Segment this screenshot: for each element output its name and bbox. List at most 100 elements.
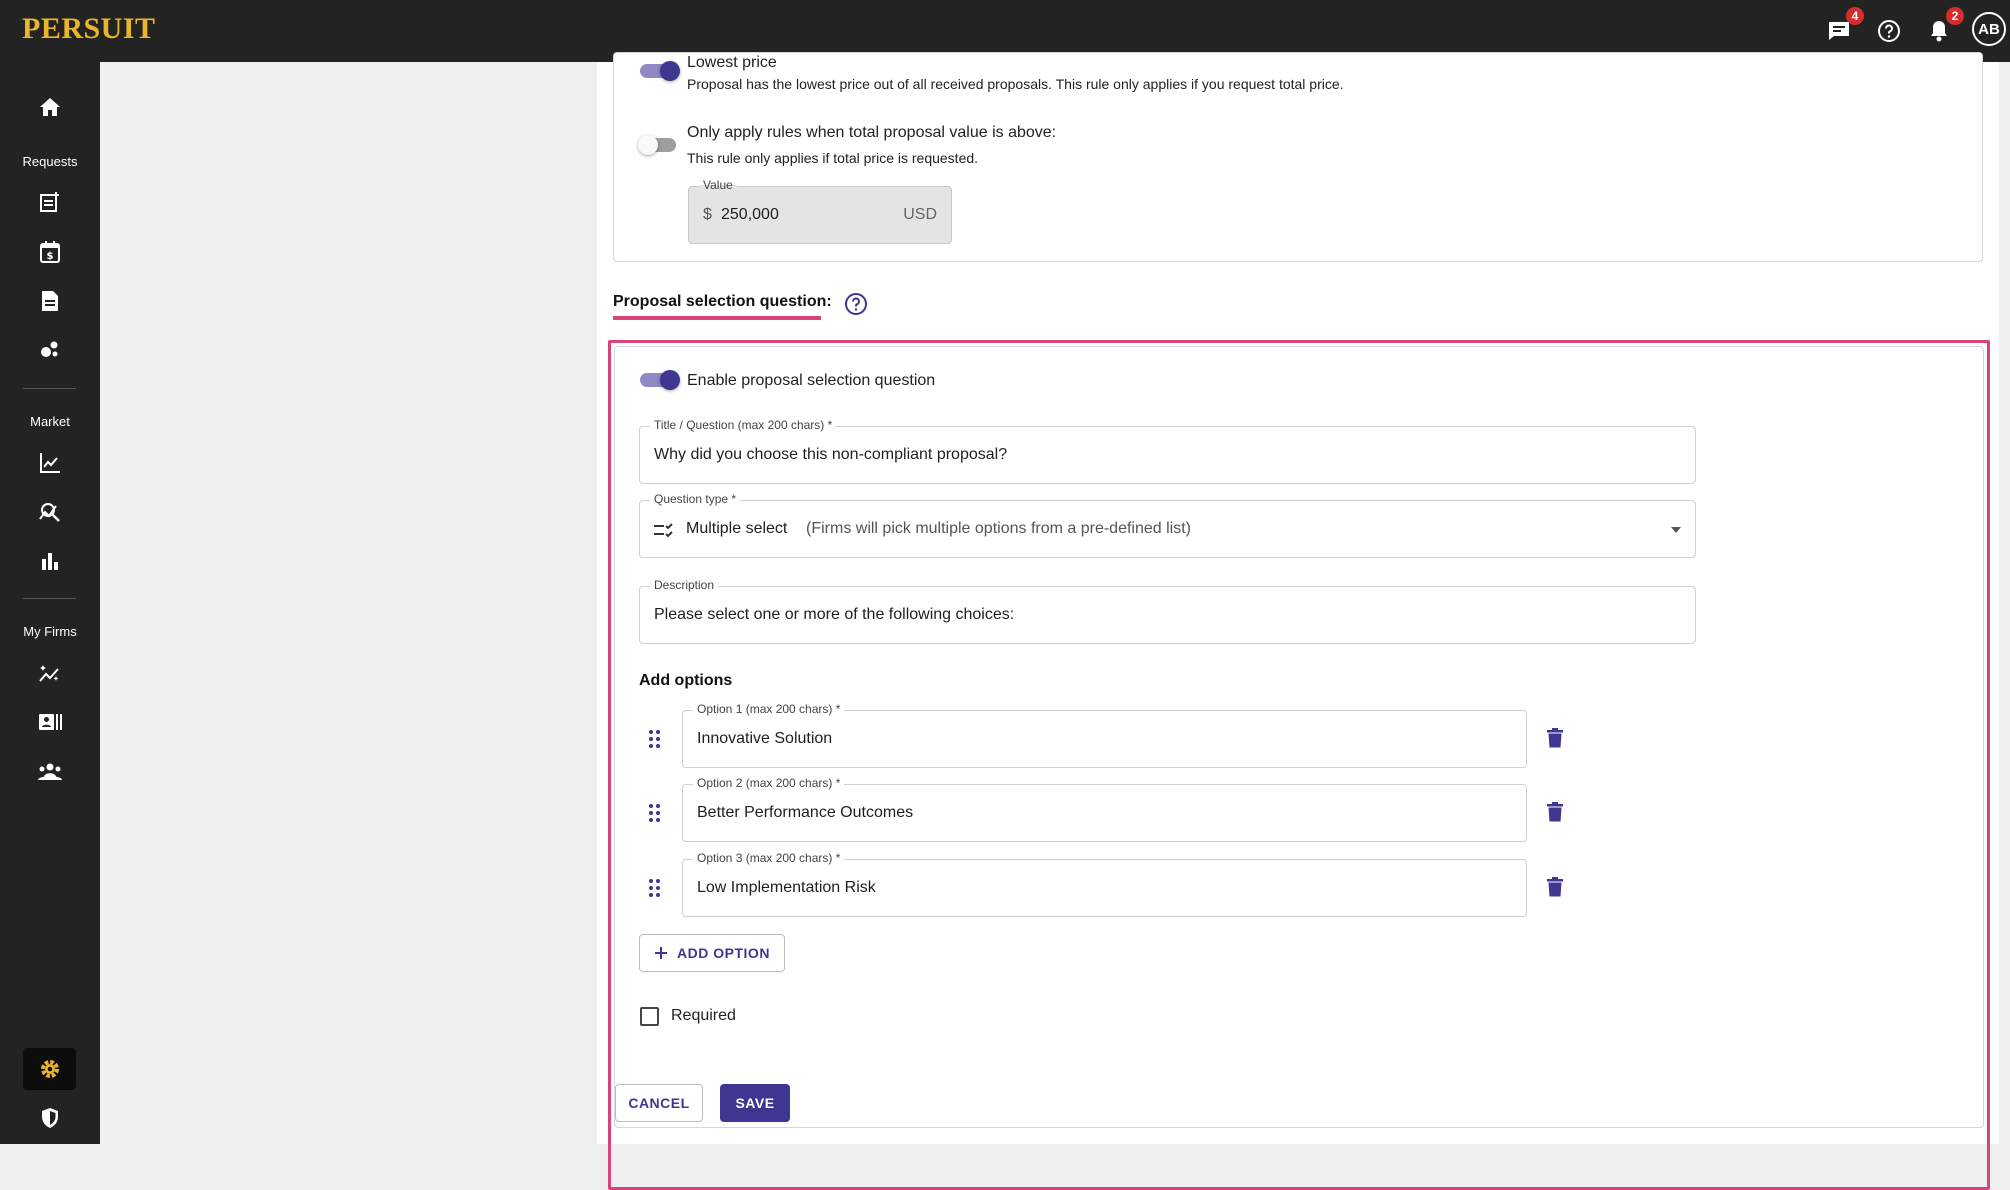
- threshold-toggle[interactable]: [638, 135, 680, 155]
- drag-handle[interactable]: [648, 728, 662, 750]
- option-value: Innovative Solution: [697, 730, 833, 747]
- calendar-dollar-icon: $: [40, 241, 60, 263]
- query-stats-icon: [39, 503, 60, 522]
- line-chart-icon: [40, 453, 60, 473]
- bar-chart-icon: [42, 553, 58, 570]
- option-input[interactable]: Option 2 (max 200 chars) * Better Perfor…: [682, 776, 1527, 842]
- contact-card-icon: [39, 714, 62, 730]
- enable-selection-label: Enable proposal selection question: [687, 372, 936, 389]
- heading-underline: [613, 316, 821, 320]
- post-add-icon: [40, 192, 59, 212]
- messages-badge: 4: [1846, 7, 1864, 25]
- sidebar-market-analytics[interactable]: [30, 446, 70, 480]
- add-option-button[interactable]: ADD OPTION: [639, 934, 785, 972]
- trash-icon: [1547, 877, 1563, 897]
- add-options-heading: Add options: [639, 672, 733, 689]
- sidebar-section-requests: Requests: [22, 154, 78, 169]
- help-icon: [845, 293, 867, 315]
- question-type-value: Multiple select: [686, 520, 788, 537]
- selection-heading: Proposal selection question:: [613, 293, 832, 310]
- threshold-value-input[interactable]: Value $ 250,000 USD: [688, 178, 952, 244]
- drag-indicator-icon: [649, 804, 660, 822]
- notifications-button[interactable]: 2: [1922, 7, 1964, 48]
- chat-icon: [1829, 22, 1849, 40]
- option-label: Option 3 (max 200 chars) *: [693, 851, 845, 865]
- threshold-title: Only apply rules when total proposal val…: [687, 124, 1057, 141]
- plus-icon: [655, 947, 668, 959]
- user-avatar[interactable]: AB: [1972, 12, 2006, 46]
- question-type-hint: (Firms will pick multiple options from a…: [806, 520, 1191, 537]
- lowest-price-description: Proposal has the lowest price out of all…: [687, 76, 1344, 92]
- add-option-label: ADD OPTION: [677, 945, 770, 961]
- delete-option-button[interactable]: [1547, 728, 1563, 748]
- help-icon: [1878, 20, 1900, 42]
- sidebar-new-request[interactable]: [30, 185, 70, 219]
- enable-selection-toggle[interactable]: [640, 370, 680, 390]
- option-input[interactable]: Option 1 (max 200 chars) * Innovative So…: [682, 702, 1527, 768]
- sidebar-divider: [23, 388, 76, 389]
- required-label: Required: [671, 1007, 736, 1024]
- threshold-description: This rule only applies if total price is…: [687, 150, 979, 166]
- sidebar-divider: [23, 598, 76, 599]
- option-label: Option 2 (max 200 chars) *: [693, 776, 845, 790]
- sidebar: Requests $ Market My Firms: [0, 62, 100, 1144]
- brand-logo[interactable]: PERSUIT: [22, 12, 156, 46]
- currency-prefix: $: [703, 206, 712, 223]
- sidebar-section-my-firms: My Firms: [23, 624, 77, 639]
- shield-icon: [42, 1108, 58, 1128]
- save-button[interactable]: SAVE: [720, 1084, 790, 1122]
- home-icon: [40, 98, 60, 116]
- question-title-input[interactable]: Title / Question (max 200 chars) * Why d…: [639, 418, 1696, 484]
- description-label: Description: [650, 578, 719, 592]
- sidebar-home[interactable]: [30, 90, 70, 124]
- drag-handle[interactable]: [648, 877, 662, 899]
- description-value: Please select one or more of the followi…: [654, 606, 1015, 623]
- main-content: Lowest price Proposal has the lowest pri…: [100, 52, 2010, 1190]
- threshold-value-label: Value: [699, 178, 737, 192]
- selection-help-button[interactable]: [844, 292, 868, 316]
- drag-indicator-icon: [649, 879, 660, 897]
- sidebar-settings[interactable]: [30, 1052, 70, 1086]
- sidebar-market-reports[interactable]: [30, 544, 70, 578]
- trash-icon: [1547, 728, 1563, 748]
- drag-handle[interactable]: [648, 802, 662, 824]
- option-input[interactable]: Option 3 (max 200 chars) * Low Implement…: [682, 851, 1527, 917]
- gear-icon: [41, 1060, 59, 1078]
- option-value: Low Implementation Risk: [697, 879, 876, 896]
- sidebar-firm-groups[interactable]: [30, 755, 70, 789]
- lowest-price-toggle[interactable]: [640, 61, 680, 81]
- sidebar-bubbles[interactable]: [30, 332, 70, 366]
- description-input[interactable]: Description Please select one or more of…: [639, 578, 1696, 644]
- document-icon: [42, 291, 58, 311]
- groups-icon: [38, 763, 62, 780]
- question-type-select[interactable]: Question type * Multiple select (Firms w…: [639, 492, 1696, 558]
- trash-icon: [1547, 802, 1563, 822]
- help-button[interactable]: [1872, 14, 1906, 48]
- sidebar-security[interactable]: [30, 1101, 70, 1135]
- messages-button[interactable]: 4: [1822, 7, 1864, 48]
- notifications-badge: 2: [1946, 7, 1964, 25]
- sidebar-firm-directory[interactable]: [30, 705, 70, 739]
- question-title-value: Why did you choose this non-compliant pr…: [654, 446, 1008, 463]
- sidebar-firm-performance[interactable]: [30, 656, 70, 690]
- cancel-button[interactable]: CANCEL: [615, 1084, 703, 1122]
- sidebar-documents[interactable]: [30, 284, 70, 318]
- sidebar-section-market: Market: [30, 414, 70, 429]
- option-label: Option 1 (max 200 chars) *: [693, 702, 845, 716]
- threshold-value: 250,000: [721, 206, 779, 223]
- svg-text:$: $: [47, 251, 54, 262]
- sparkle-chart-icon: [39, 665, 59, 682]
- checklist-icon: [654, 523, 673, 538]
- delete-option-button[interactable]: [1547, 877, 1563, 897]
- drag-indicator-icon: [649, 730, 660, 748]
- question-title-label: Title / Question (max 200 chars) *: [650, 418, 837, 432]
- currency-suffix: USD: [903, 206, 937, 223]
- question-type-label: Question type *: [650, 492, 741, 506]
- delete-option-button[interactable]: [1547, 802, 1563, 822]
- bell-icon: [1931, 21, 1947, 42]
- required-checkbox[interactable]: [640, 1007, 659, 1026]
- sidebar-pricing-calendar[interactable]: $: [30, 235, 70, 269]
- chevron-down-icon: [1671, 527, 1681, 533]
- sidebar-market-insights[interactable]: [30, 495, 70, 529]
- option-value: Better Performance Outcomes: [697, 804, 914, 821]
